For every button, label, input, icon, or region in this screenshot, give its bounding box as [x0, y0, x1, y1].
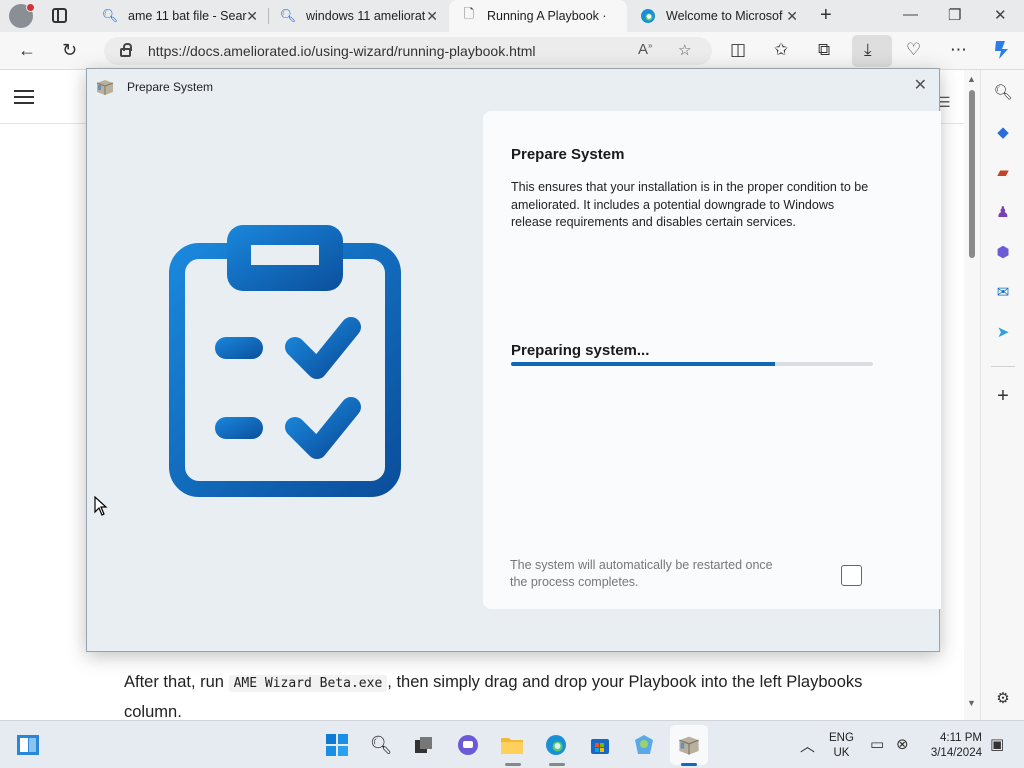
profile-avatar[interactable]	[9, 3, 35, 28]
dialog-close-icon[interactable]: ✕	[914, 75, 927, 95]
downloads-button[interactable]: ⤓	[852, 35, 892, 67]
favorite-star-icon[interactable]: ☆	[678, 41, 691, 59]
add-sidebar-app-icon[interactable]: +	[993, 385, 1013, 407]
mouse-cursor-icon	[94, 496, 108, 516]
file-explorer-icon[interactable]	[500, 733, 524, 757]
browser-tab-strip: 🔍︎ ame 11 bat file - Sear ✕ 🔍︎ windows 1…	[0, 0, 1024, 32]
panel-heading: Prepare System	[511, 146, 625, 163]
address-bar[interactable]: https://docs.ameliorated.io/using-wizard…	[104, 37, 712, 65]
notification-icon[interactable]: ▣	[990, 735, 1004, 753]
tab-actions-icon[interactable]	[52, 8, 67, 23]
edge-browser-icon[interactable]	[544, 733, 568, 757]
progress-bar-fill	[511, 362, 776, 366]
microsoft-365-icon[interactable]: ⬢	[993, 242, 1013, 262]
tab-windows-11-ameliorated[interactable]: 🔍︎ windows 11 ameliorat ✕	[268, 0, 448, 32]
shopping-tag-icon[interactable]: ◆	[993, 122, 1013, 142]
search-icon: 🔍︎	[101, 8, 119, 23]
volume-muted-icon[interactable]: ⊗	[896, 735, 909, 753]
page-paragraph: After that, run AME Wizard Beta.exe, the…	[124, 673, 863, 721]
url-text: https://docs.ameliorated.io/using-wizard…	[148, 43, 536, 59]
dialog-title: Prepare System	[127, 80, 214, 94]
split-screen-icon[interactable]: ◫	[730, 40, 746, 60]
refresh-icon[interactable]: ↻	[62, 40, 77, 61]
outlook-icon[interactable]: ✉	[993, 282, 1013, 302]
tab-running-a-playbook[interactable]: 🗋︎ Running A Playbook ·	[449, 0, 627, 32]
search-icon[interactable]: 🔍︎	[369, 733, 393, 757]
system-clock[interactable]: 4:11 PM 3/14/2024	[926, 731, 982, 761]
microsoft-store-icon[interactable]	[588, 733, 612, 757]
ame-wizard-taskbar-icon	[677, 733, 701, 757]
drop-icon[interactable]: ➤	[993, 322, 1013, 342]
search-icon[interactable]: 🔍︎	[993, 82, 1013, 102]
copilot-icon[interactable]	[990, 37, 1014, 66]
settings-gear-icon[interactable]: ⚙	[993, 688, 1013, 708]
panel-description: This ensures that your installation is i…	[511, 180, 869, 229]
favorites-icon[interactable]: ✩	[774, 40, 788, 60]
input-language[interactable]: ENG UK	[829, 731, 854, 761]
tab-close-icon[interactable]: ✕	[426, 8, 438, 25]
content-panel: Prepare System This ensures that your in…	[483, 111, 941, 609]
more-options-icon[interactable]: ⋯	[950, 40, 967, 60]
inline-code: AME Wizard Beta.exe	[228, 675, 388, 692]
games-icon[interactable]: ♟	[993, 202, 1013, 222]
start-icon[interactable]	[325, 733, 349, 757]
prepare-system-dialog: Prepare System ✕ Prepare System This ens…	[86, 68, 941, 652]
page-scrollbar[interactable]: ▲ ▼	[964, 70, 980, 720]
collections-icon[interactable]: ⧉	[818, 40, 830, 60]
tab-close-icon[interactable]: ✕	[246, 8, 258, 25]
restore-icon[interactable]: ❐	[948, 6, 961, 24]
task-view-widget-icon[interactable]	[16, 733, 40, 757]
browser-toolbar: ← ↻ https://docs.ameliorated.io/using-wi…	[0, 32, 1024, 70]
scroll-down-icon[interactable]: ▼	[967, 698, 976, 708]
progress-status: Preparing system...	[511, 342, 650, 359]
read-aloud-icon[interactable]: A»	[638, 41, 652, 58]
task-view-icon[interactable]	[412, 733, 436, 757]
minimize-icon[interactable]: —	[903, 6, 918, 23]
ame-wizard-app-icon	[96, 80, 114, 95]
tab-close-icon[interactable]: ✕	[786, 8, 798, 25]
teams-chat-icon[interactable]	[456, 733, 480, 757]
network-icon[interactable]: ▭	[870, 735, 884, 753]
search-icon: 🔍︎	[279, 8, 297, 23]
tab-welcome-microsoft[interactable]: Welcome to Microsof ✕	[628, 0, 808, 32]
menu-icon[interactable]	[14, 90, 34, 104]
restart-note: The system will automatically be restart…	[510, 558, 773, 589]
back-icon[interactable]: ←	[18, 40, 36, 61]
tab-ame-bat-file[interactable]: 🔍︎ ame 11 bat file - Sear ✕	[90, 0, 268, 32]
scroll-up-icon[interactable]: ▲	[967, 74, 976, 84]
lock-icon	[120, 43, 132, 57]
edge-sidebar: 🔍︎ ◆ ▰ ♟ ⬢ ✉ ➤ + ⚙	[980, 70, 1024, 720]
windows-taskbar: 🔍︎ ︿ ENG UK ▭ ⊗ 4:11 PM 3/14/2024 ▣	[0, 720, 1024, 768]
progress-bar	[511, 362, 873, 366]
restart-checkbox[interactable]	[841, 565, 862, 586]
close-window-icon[interactable]: ✕	[994, 6, 1007, 24]
show-hidden-icons-chevron-icon[interactable]: ︿	[800, 735, 815, 756]
clipboard-checklist-icon	[169, 225, 401, 497]
browser-essentials-icon[interactable]: ♡	[906, 40, 921, 60]
new-tab-icon[interactable]: +	[820, 4, 832, 27]
tools-icon[interactable]: ▰	[993, 162, 1013, 182]
scrollbar-thumb[interactable]	[969, 90, 975, 258]
sticky-app-icon[interactable]	[632, 733, 656, 757]
edge-icon	[640, 8, 656, 24]
download-icon: ⤓	[864, 40, 872, 59]
page-icon: 🗋︎	[463, 6, 475, 21]
